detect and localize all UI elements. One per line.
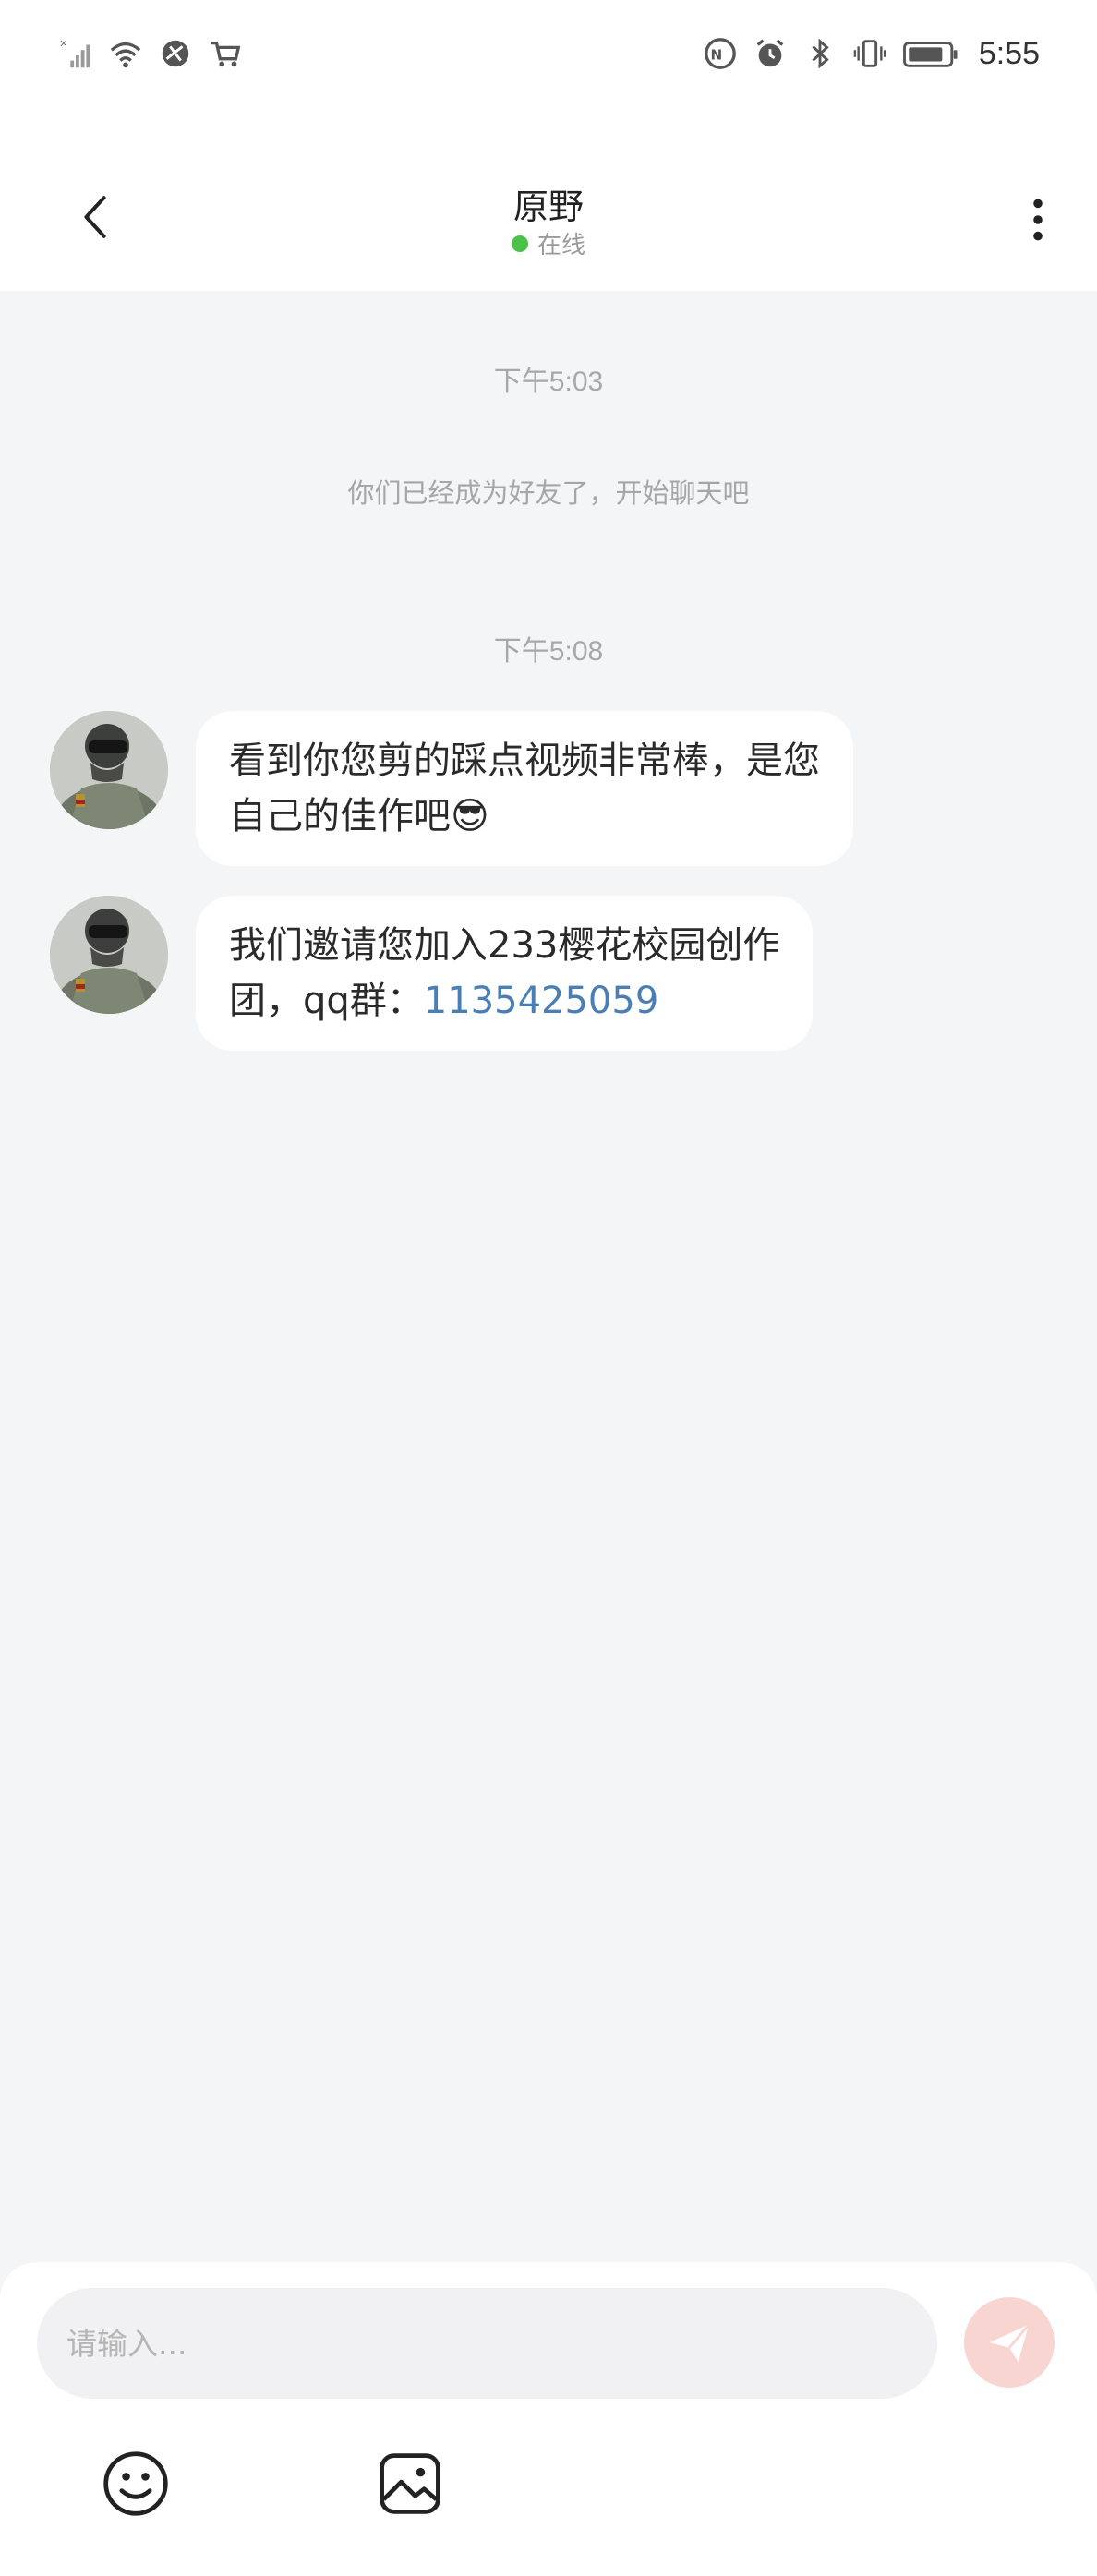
message-list[interactable]: 下午5:03 你们已经成为好友了，开始聊天吧 下午5:08 看到你您剪的踩点视频… [0, 291, 1097, 2262]
message-row: 我们邀请您加入233樱花校园创作 团，qq群：1135425059 [50, 896, 814, 1051]
cart-icon [207, 35, 244, 72]
more-options-button[interactable] [1010, 187, 1066, 252]
emoji-button[interactable] [99, 2447, 173, 2521]
send-button[interactable] [964, 2297, 1055, 2388]
system-message: 你们已经成为好友了，开始聊天吧 [347, 477, 750, 509]
more-vertical-icon [1033, 199, 1043, 241]
message-text-line: 自己的佳作吧😎 [229, 788, 820, 844]
message-input[interactable] [37, 2288, 937, 2399]
sunglasses-emoji: 😎 [451, 795, 489, 837]
message-text-line: 我们邀请您加入233樱花校园创作 [229, 924, 780, 967]
chat-header: 原野 在线 [0, 106, 1097, 291]
nfc-icon: N [702, 35, 739, 72]
image-icon [380, 2453, 440, 2514]
status-left-icons: × [57, 33, 244, 74]
message-text: 自己的佳作吧 [229, 795, 451, 837]
emoji-icon [103, 2451, 168, 2516]
message-text-line: 团，qq群：1135425059 [229, 973, 779, 1029]
online-dot-icon [511, 235, 528, 252]
status-right-icons: N 5:55 [702, 33, 1040, 74]
no-signal-icon: × [57, 35, 94, 72]
avatar[interactable] [50, 896, 168, 1014]
status-time: 5:55 [978, 35, 1040, 71]
contact-name: 原野 [512, 187, 584, 227]
vibrate-icon [851, 35, 888, 72]
image-button[interactable] [373, 2447, 447, 2521]
message-text: 团，qq群： [229, 980, 424, 1022]
message-row: 看到你您剪的踩点视频非常棒，是您 自己的佳作吧😎 [50, 711, 853, 866]
composer [0, 2262, 1097, 2576]
online-status-text: 在线 [536, 232, 585, 259]
message-bubble[interactable]: 我们邀请您加入233樱花校园创作 团，qq群：1135425059 [196, 896, 814, 1051]
time-divider: 下午5:08 [493, 636, 604, 667]
online-status: 在线 [0, 226, 1097, 260]
time-divider: 下午5:03 [493, 367, 604, 397]
avatar[interactable] [50, 711, 168, 829]
status-bar: × N 5:55 [0, 0, 1097, 106]
bluetooth-icon [802, 35, 838, 72]
send-plane-icon [989, 2323, 1031, 2363]
wifi-icon [107, 35, 144, 72]
browser-icon [157, 35, 194, 72]
message-bubble[interactable]: 看到你您剪的踩点视频非常棒，是您 自己的佳作吧😎 [196, 711, 853, 866]
battery-icon [901, 35, 960, 72]
svg-text:N: N [710, 47, 722, 64]
alarm-icon [752, 35, 789, 72]
svg-text:×: × [59, 36, 68, 49]
qq-group-link[interactable]: 1135425059 [424, 980, 659, 1022]
message-text-line: 看到你您剪的踩点视频非常棒，是您 [229, 740, 820, 782]
